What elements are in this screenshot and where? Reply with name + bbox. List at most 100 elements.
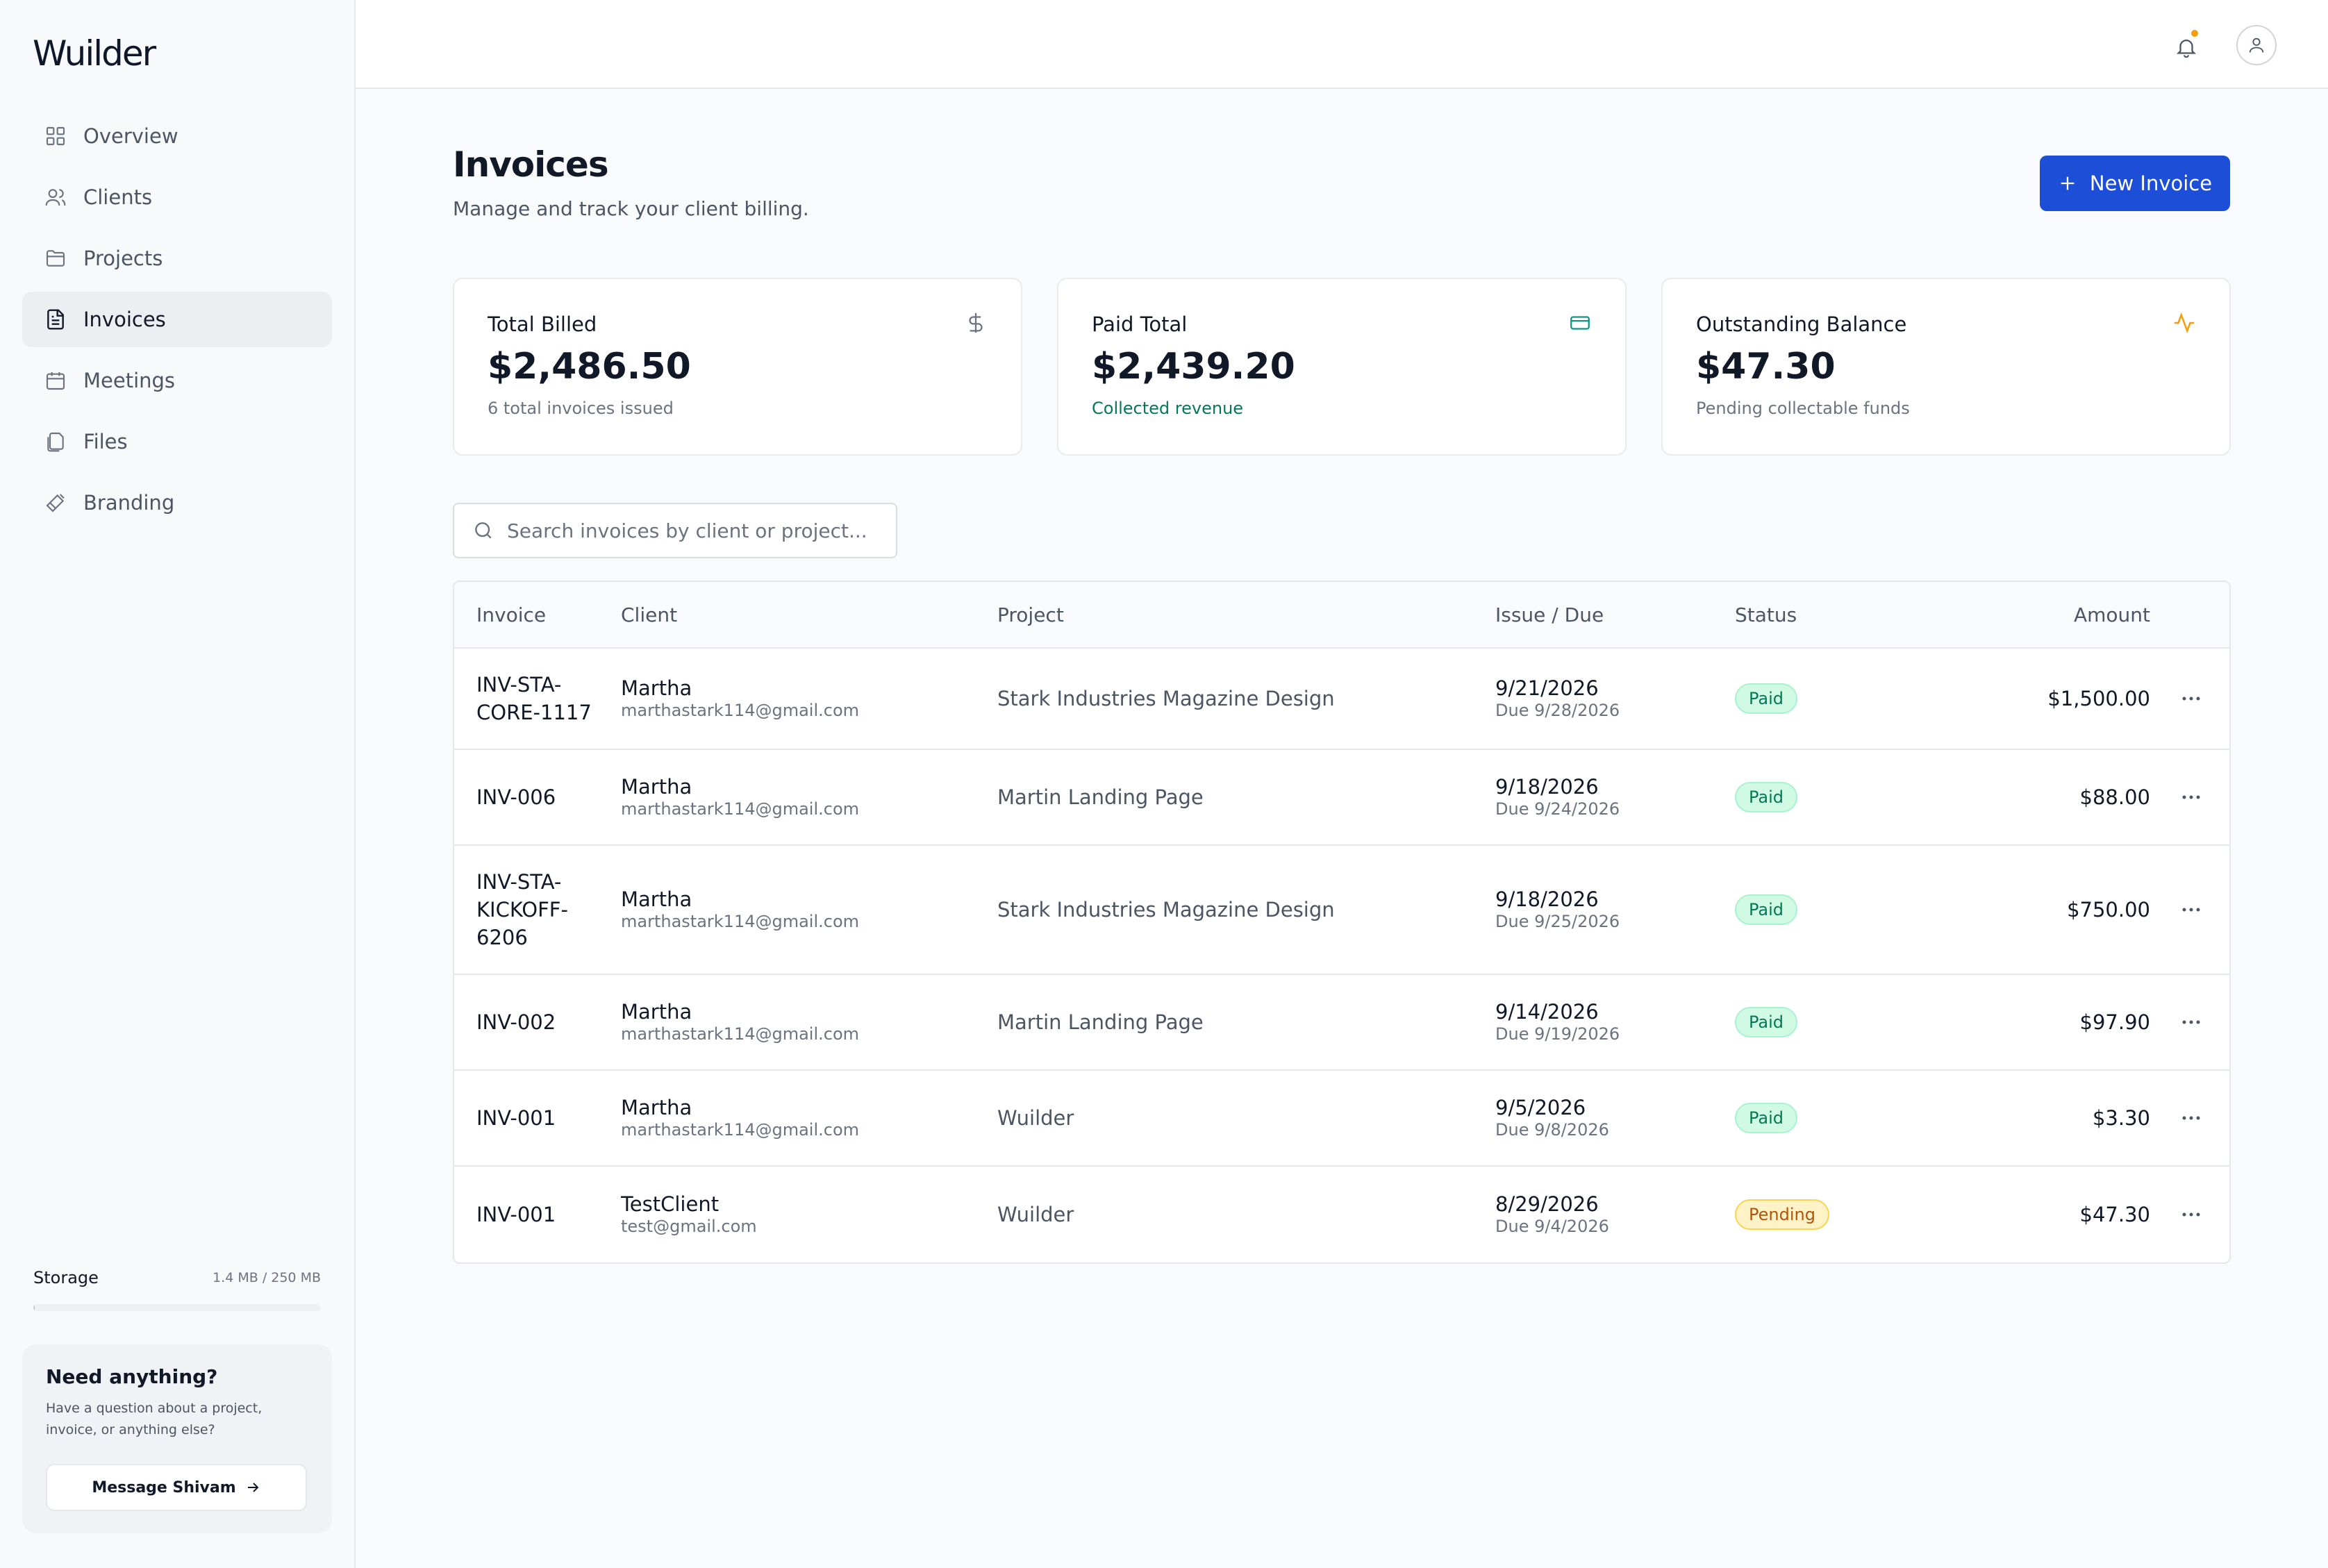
status-badge: Paid	[1735, 1103, 1798, 1133]
status-badge: Paid	[1735, 894, 1798, 925]
client-email: marthastark114@gmail.com	[621, 1024, 860, 1044]
more-horizontal-icon	[2182, 1212, 2200, 1217]
more-horizontal-icon	[2182, 697, 2200, 701]
table-row[interactable]: INV-001 Martha marthastark114@gmail.com W…	[454, 1071, 2229, 1167]
message-button[interactable]: Message Shivam	[46, 1464, 307, 1511]
issue-date: 9/18/2026	[1495, 775, 1599, 799]
status-badge: Paid	[1735, 683, 1798, 714]
stat-card-total-billed: Total Billed $2,486.50 6 total invoices …	[453, 278, 1022, 456]
client-name: Martha	[621, 775, 692, 799]
file-text-icon	[47, 309, 64, 330]
invoice-amount: $88.00	[2079, 785, 2150, 809]
client-name: Martha	[621, 1096, 692, 1119]
notification-dot	[2189, 28, 2200, 39]
table-row[interactable]: INV-STA-KICKOFF-6206 Martha marthastark11…	[454, 846, 2229, 975]
storage-section: Storage 1.4 MB / 250 MB	[33, 1268, 321, 1311]
storage-progress-bar	[33, 1304, 321, 1311]
page-title: Invoices	[453, 144, 609, 185]
sidebar-item-label: Files	[83, 430, 128, 453]
project-name: Stark Industries Magazine Design	[997, 687, 1335, 710]
invoices-table: Invoice Client Project Issue / Due Statu…	[453, 581, 2231, 1264]
invoice-id: INV-STA-KICKOFF-6206	[476, 870, 568, 949]
invoice-id: INV-002	[476, 1010, 556, 1034]
help-card: Need anything? Have a question about a p…	[22, 1344, 332, 1533]
client-name: Martha	[621, 887, 692, 911]
notifications-button[interactable]	[2167, 28, 2206, 67]
message-button-label: Message Shivam	[92, 1478, 236, 1496]
project-name: Martin Landing Page	[997, 785, 1204, 809]
dollar-icon	[969, 312, 983, 333]
sidebar-item-label: Projects	[83, 247, 163, 270]
row-actions-button[interactable]	[2175, 783, 2208, 811]
search-box	[453, 503, 897, 558]
invoice-amount: $750.00	[2067, 898, 2150, 921]
calendar-icon	[46, 372, 65, 390]
due-date: Due 9/24/2026	[1495, 799, 1620, 819]
help-title: Need anything?	[46, 1365, 218, 1388]
sidebar-item-label: Clients	[83, 185, 153, 209]
client-email: marthastark114@gmail.com	[621, 1120, 860, 1140]
table-row[interactable]: INV-STA-CORE-1117 Martha marthastark114@g…	[454, 649, 2229, 750]
table-row[interactable]: INV-002 Martha marthastark114@gmail.com M…	[454, 975, 2229, 1071]
sidebar-item-invoices[interactable]: Invoices	[22, 292, 332, 347]
column-header-invoice: Invoice	[476, 603, 547, 626]
due-date: Due 9/19/2026	[1495, 1024, 1620, 1044]
status-badge: Paid	[1735, 782, 1798, 812]
more-horizontal-icon	[2182, 908, 2200, 912]
client-name: Martha	[621, 1000, 692, 1024]
sidebar-item-label: Invoices	[83, 308, 166, 331]
table-row[interactable]: INV-006 Martha marthastark114@gmail.com M…	[454, 750, 2229, 846]
sidebar-item-overview[interactable]: Overview	[22, 108, 332, 164]
sidebar-item-files[interactable]: Files	[22, 414, 332, 469]
files-icon	[47, 432, 64, 452]
due-date: Due 9/28/2026	[1495, 701, 1620, 720]
new-invoice-button[interactable]: New Invoice	[2040, 156, 2230, 211]
column-header-amount: Amount	[2073, 603, 2150, 626]
column-header-status: Status	[1735, 603, 1797, 626]
row-actions-button[interactable]	[2175, 1008, 2208, 1036]
sidebar: Wuilder Overview Clients Projects Invoic…	[0, 0, 356, 1568]
sidebar-item-branding[interactable]: Branding	[22, 475, 332, 531]
sidebar-item-projects[interactable]: Projects	[22, 231, 332, 286]
more-horizontal-icon	[2182, 795, 2200, 799]
client-name: TestClient	[621, 1192, 720, 1216]
table-row[interactable]: INV-001 TestClient test@gmail.com Wuilder…	[454, 1167, 2229, 1262]
invoice-id: INV-001	[476, 1203, 556, 1226]
more-horizontal-icon	[2182, 1116, 2200, 1120]
client-email: marthastark114@gmail.com	[621, 912, 860, 931]
project-name: Stark Industries Magazine Design	[997, 898, 1335, 921]
due-date: Due 9/4/2026	[1495, 1217, 1609, 1236]
issue-date: 9/5/2026	[1495, 1096, 1586, 1119]
row-actions-button[interactable]	[2175, 1104, 2208, 1132]
plus-icon	[2061, 176, 2075, 190]
storage-label: Storage	[33, 1268, 99, 1287]
client-email: marthastark114@gmail.com	[621, 799, 860, 819]
stat-subtext: Collected revenue	[1092, 399, 1244, 418]
due-date: Due 9/8/2026	[1495, 1120, 1609, 1140]
app-logo[interactable]: Wuilder	[33, 33, 156, 74]
column-header-client: Client	[621, 603, 678, 626]
search-input[interactable]	[507, 519, 896, 542]
stat-label: Total Billed	[488, 312, 597, 336]
new-invoice-label: New Invoice	[2089, 172, 2213, 195]
invoice-id: INV-001	[476, 1106, 556, 1130]
stat-subtext: 6 total invoices issued	[488, 399, 674, 418]
user-icon	[2249, 37, 2264, 53]
status-badge: Pending	[1735, 1199, 1829, 1230]
sidebar-item-clients[interactable]: Clients	[22, 169, 332, 225]
status-badge: Paid	[1735, 1007, 1798, 1037]
column-header-issue-due: Issue / Due	[1495, 603, 1604, 626]
folder-icon	[46, 250, 65, 267]
row-actions-button[interactable]	[2175, 896, 2208, 924]
row-actions-button[interactable]	[2175, 685, 2208, 712]
client-email: marthastark114@gmail.com	[621, 701, 860, 720]
issue-date: 8/29/2026	[1495, 1192, 1599, 1216]
activity-icon	[2174, 312, 2195, 333]
project-name: Wuilder	[997, 1106, 1074, 1130]
user-avatar-button[interactable]	[2236, 25, 2277, 65]
row-actions-button[interactable]	[2175, 1201, 2208, 1228]
bell-icon	[2176, 40, 2197, 58]
sidebar-item-meetings[interactable]: Meetings	[22, 353, 332, 408]
client-email: test@gmail.com	[621, 1217, 757, 1236]
client-name: Martha	[621, 676, 692, 700]
